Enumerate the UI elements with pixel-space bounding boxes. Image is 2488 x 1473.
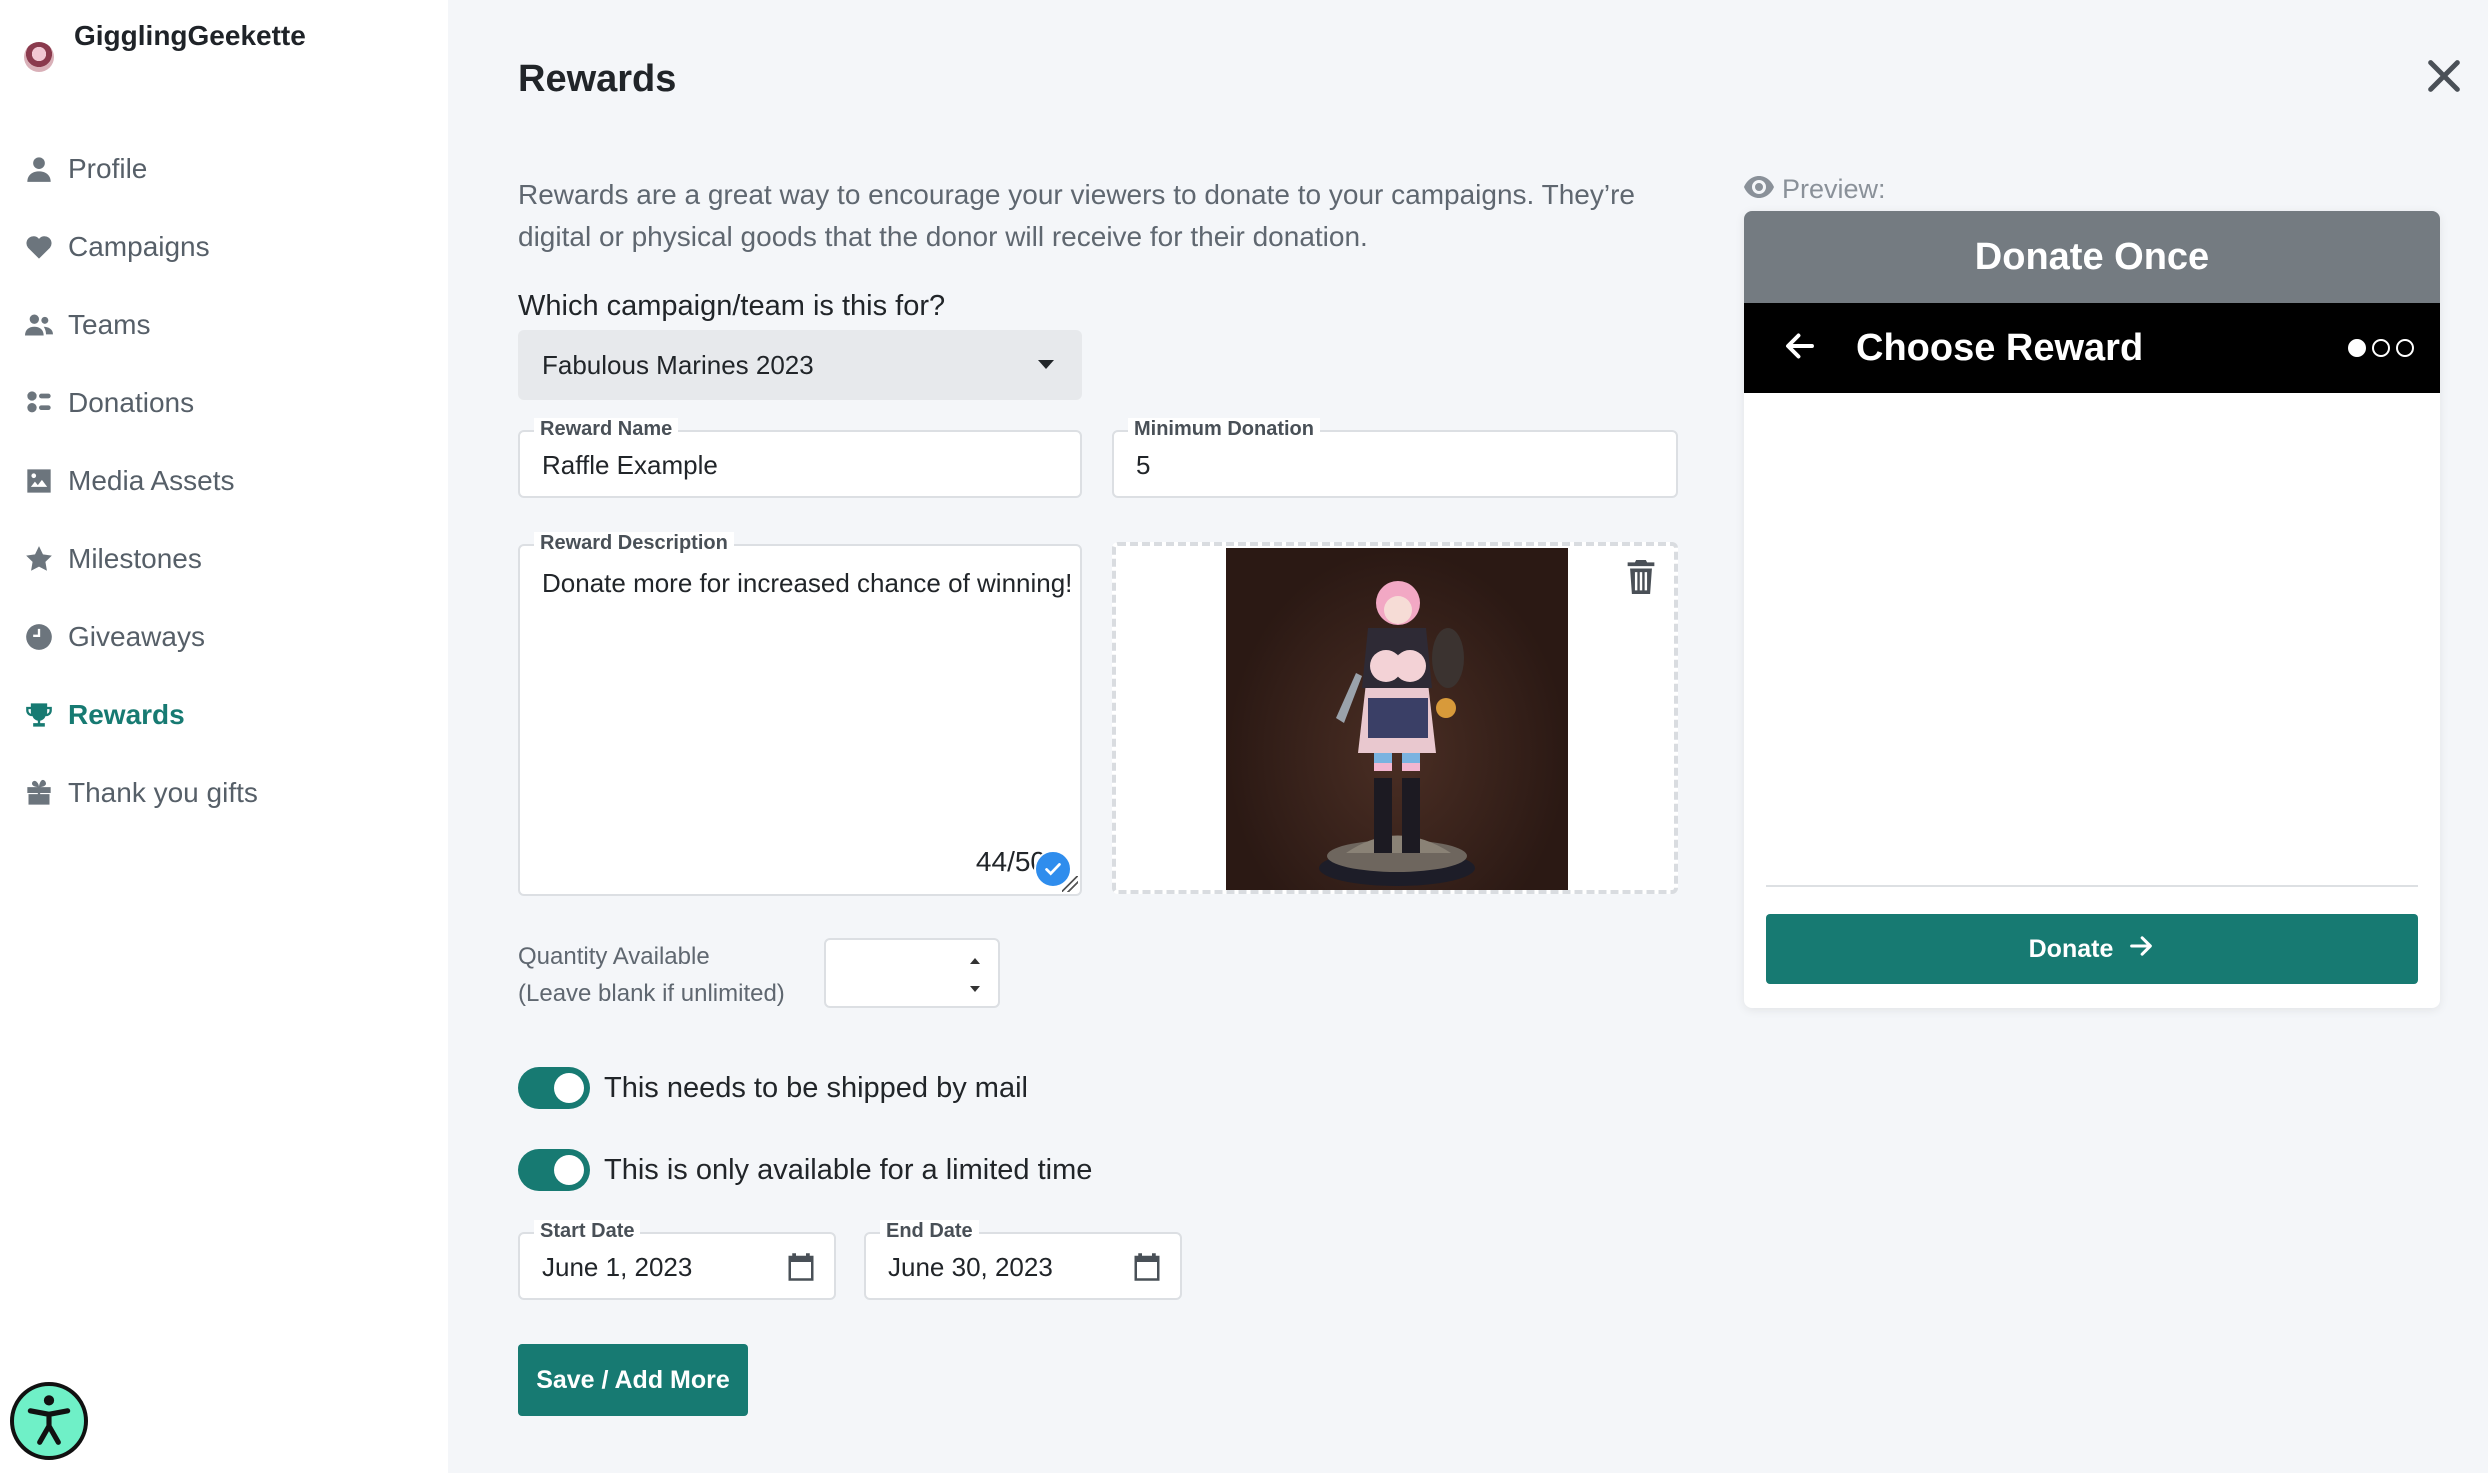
- sidebar-item-label: Milestones: [68, 543, 202, 574]
- user-header[interactable]: GigglingGeekette: [24, 20, 306, 72]
- campaign-question: Which campaign/team is this for?: [518, 290, 946, 322]
- trophy-icon: [24, 700, 54, 730]
- donate-button-label: Donate: [2028, 934, 2114, 963]
- image-icon: [24, 466, 54, 496]
- quantity-label-line2: (Leave blank if unlimited): [518, 980, 785, 1007]
- start-date-value: June 1, 2023: [542, 1252, 693, 1282]
- end-date-value: June 30, 2023: [888, 1252, 1053, 1282]
- username: GigglingGeekette: [74, 20, 306, 51]
- calendar-icon[interactable]: [1132, 1252, 1162, 1282]
- shipped-toggle-label: This needs to be shipped by mail: [604, 1071, 1028, 1104]
- reward-image: [1226, 548, 1568, 890]
- heart-icon: [24, 232, 54, 262]
- sidebar-item-thank-you-gifts[interactable]: Thank you gifts: [0, 754, 448, 832]
- close-icon: [2424, 60, 2464, 100]
- sidebar-item-media-assets[interactable]: Media Assets: [0, 442, 448, 520]
- quantity-label: Quantity Available (Leave blank if unlim…: [518, 938, 785, 1012]
- reward-image-dropzone[interactable]: [1112, 542, 1678, 894]
- preview-header: Donate Once: [1744, 211, 2440, 303]
- step-dot: [2372, 339, 2390, 357]
- sidebar-item-teams[interactable]: Teams: [0, 286, 448, 364]
- accessibility-icon: [21, 1391, 77, 1452]
- start-date-label: Start Date: [534, 1220, 641, 1243]
- quantity-stepper[interactable]: [824, 938, 1000, 1008]
- sidebar: GigglingGeekette Profile Campaigns Teams…: [0, 0, 448, 1473]
- step-dot: [2396, 339, 2414, 357]
- sidebar-item-label: Thank you gifts: [68, 777, 258, 808]
- sidebar-item-label: Media Assets: [68, 465, 235, 496]
- sidebar-item-label: Teams: [68, 309, 151, 340]
- shipped-toggle-row: This needs to be shipped by mail: [518, 1067, 1028, 1109]
- intro-text: Rewards are a great way to encourage you…: [518, 179, 1635, 252]
- user-icon: [24, 154, 54, 184]
- campaign-select-value: Fabulous Marines 2023: [542, 349, 814, 380]
- page-title: Rewards: [518, 58, 677, 100]
- end-date-field[interactable]: End Date June 30, 2023: [864, 1220, 1182, 1300]
- preview-divider: [1766, 885, 2418, 887]
- stepper-up-icon[interactable]: [970, 958, 980, 964]
- quantity-label-line1: Quantity Available: [518, 943, 710, 970]
- preview-step-title: Choose Reward: [1856, 326, 2144, 369]
- sidebar-item-milestones[interactable]: Milestones: [0, 520, 448, 598]
- minimum-donation-label: Minimum Donation: [1128, 418, 1320, 441]
- sidebar-item-rewards[interactable]: Rewards: [0, 676, 448, 754]
- limited-time-toggle-label: This is only available for a limited tim…: [604, 1153, 1093, 1186]
- donations-icon: [24, 388, 54, 418]
- sidebar-item-donations[interactable]: Donations: [0, 364, 448, 442]
- reward-name-value: Raffle Example: [542, 450, 718, 480]
- end-date-label: End Date: [880, 1220, 979, 1243]
- calendar-icon[interactable]: [786, 1252, 816, 1282]
- sidebar-item-label: Rewards: [68, 699, 185, 730]
- accessibility-button[interactable]: [10, 1382, 88, 1460]
- preview-label: Preview:: [1782, 174, 1886, 204]
- reward-description-label: Reward Description: [534, 532, 734, 555]
- start-date-field[interactable]: Start Date June 1, 2023: [518, 1220, 836, 1300]
- eye-icon: [1744, 174, 1782, 205]
- donate-button[interactable]: Donate: [1766, 914, 2418, 984]
- reward-name-label: Reward Name: [534, 418, 679, 441]
- minimum-donation-field[interactable]: Minimum Donation 5: [1112, 418, 1678, 498]
- sidebar-item-profile[interactable]: Profile: [0, 130, 448, 208]
- stepper-down-icon[interactable]: [970, 986, 980, 992]
- clock-icon: [24, 622, 54, 652]
- step-indicator: [2342, 339, 2414, 357]
- sidebar-item-label: Donations: [68, 387, 195, 418]
- sidebar-item-campaigns[interactable]: Campaigns: [0, 208, 448, 286]
- main-panel: Rewards Rewards are a great way to encou…: [448, 0, 2488, 1473]
- resize-handle[interactable]: [1062, 876, 1078, 892]
- limited-time-toggle[interactable]: [518, 1149, 590, 1191]
- sidebar-item-label: Giveaways: [68, 621, 205, 652]
- step-dot: [2348, 339, 2366, 357]
- sidebar-item-giveaways[interactable]: Giveaways: [0, 598, 448, 676]
- arrow-left-icon[interactable]: [1782, 328, 1822, 368]
- save-add-more-button[interactable]: Save / Add More: [518, 1344, 748, 1416]
- limited-time-toggle-row: This is only available for a limited tim…: [518, 1149, 1092, 1191]
- users-icon: [24, 310, 54, 340]
- arrow-right-icon: [2113, 932, 2155, 967]
- sidebar-item-label: Campaigns: [68, 231, 210, 262]
- trash-icon: [1626, 560, 1656, 598]
- sidebar-nav: Profile Campaigns Teams Donations Media …: [0, 130, 448, 832]
- close-button[interactable]: [2424, 56, 2464, 96]
- avatar[interactable]: [24, 42, 54, 72]
- chevron-down-icon: [1038, 360, 1054, 369]
- campaign-select[interactable]: Fabulous Marines 2023: [518, 330, 1082, 400]
- preview-label-row: Preview:: [1744, 174, 1886, 205]
- reward-description-value: Donate more for increased chance of winn…: [542, 568, 1073, 598]
- reward-description-field[interactable]: Reward Description Donate more for incre…: [518, 532, 1082, 896]
- star-icon: [24, 544, 54, 574]
- preview-step-bar: Choose Reward: [1744, 303, 2440, 393]
- reward-name-field[interactable]: Reward Name Raffle Example: [518, 418, 1082, 498]
- sidebar-item-label: Profile: [68, 153, 148, 184]
- shipped-toggle[interactable]: [518, 1067, 590, 1109]
- donation-preview-card: Donate Once Choose Reward Donate: [1744, 211, 2440, 1008]
- minimum-donation-value: 5: [1136, 450, 1151, 480]
- gift-icon: [24, 778, 54, 808]
- delete-image-button[interactable]: [1626, 560, 1656, 594]
